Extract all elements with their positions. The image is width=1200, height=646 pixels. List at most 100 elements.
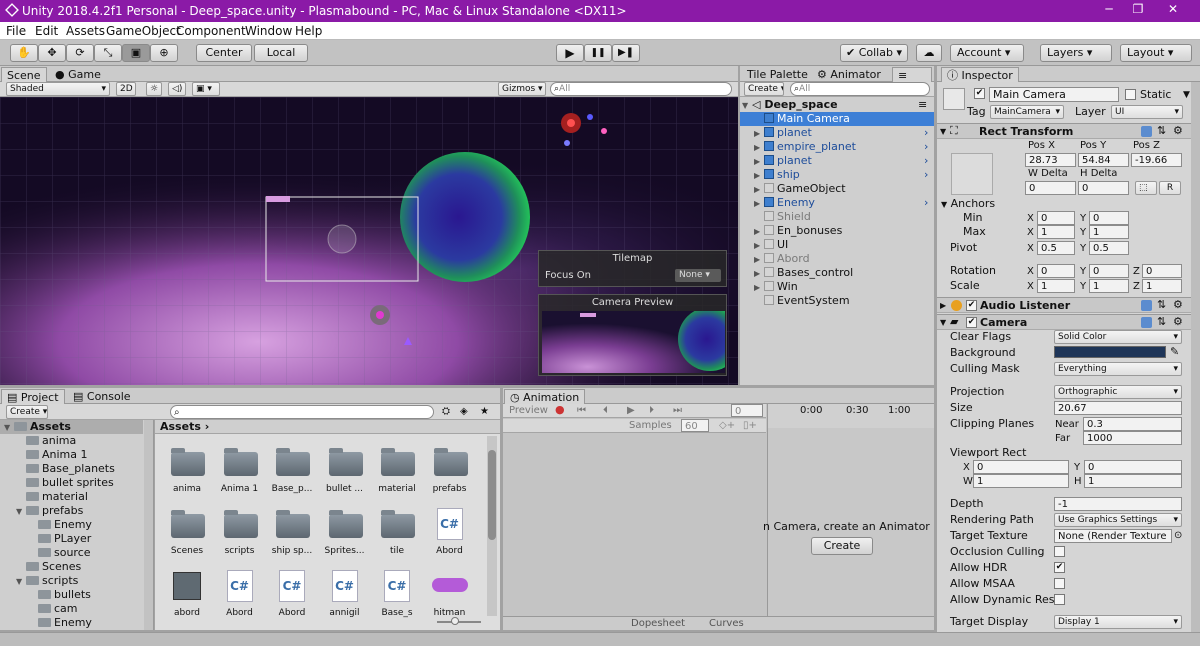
asset-item[interactable]: material	[371, 446, 423, 506]
expand-arrow-icon[interactable]: ▶	[754, 253, 764, 267]
rotation-x-field[interactable]: 0	[1037, 264, 1075, 278]
prefab-open-icon[interactable]: ›	[924, 126, 928, 140]
asset-item[interactable]: Anima 1	[214, 446, 266, 506]
static-dropdown-icon[interactable]: ▼	[1183, 88, 1190, 102]
audio-listener-checkbox[interactable]: ✔	[966, 300, 977, 311]
hierarchy-item[interactable]: Shield	[740, 210, 934, 224]
scene-root-row[interactable]: ▼ ◁ Deep_space	[742, 98, 838, 112]
gear-icon[interactable]: ⚙	[1173, 124, 1183, 138]
samples-field[interactable]: 60	[681, 419, 709, 432]
favorite-star-icon[interactable]: ★	[480, 405, 489, 419]
far-field[interactable]: 1000	[1083, 431, 1182, 445]
toggle-2d-button[interactable]: 2D	[116, 82, 136, 96]
prefab-open-icon[interactable]: ›	[924, 154, 928, 168]
pivot-local-button[interactable]: Local	[254, 44, 308, 62]
shading-dropdown[interactable]: Shaded ▾	[6, 82, 110, 96]
project-folder-item[interactable]: Enemy	[0, 518, 143, 532]
menu-gameobject[interactable]: GameObject	[106, 24, 181, 38]
pivot-x-field[interactable]: 0.5	[1037, 241, 1075, 255]
scale-z-field[interactable]: 1	[1142, 279, 1182, 293]
hierarchy-search-input[interactable]: ⌕All	[790, 82, 930, 96]
asset-item[interactable]: scripts	[214, 508, 266, 568]
audio-listener-header[interactable]: ▶ ✔ Audio Listener ⇅ ⚙	[937, 297, 1191, 313]
project-folder-item[interactable]: material	[0, 490, 143, 504]
project-tree-scrollbar[interactable]	[144, 420, 153, 630]
hierarchy-item[interactable]: ▶ GameObject	[740, 182, 934, 196]
account-dropdown[interactable]: Account ▾	[950, 44, 1024, 62]
hierarchy-item[interactable]: ▶ Win	[740, 280, 934, 294]
asset-item[interactable]: C# Abord	[266, 570, 318, 630]
project-folder-item[interactable]: bullet sprites	[0, 476, 143, 490]
rect-tool-icon[interactable]: ▣	[122, 44, 150, 62]
min-x-field[interactable]: 0	[1037, 211, 1075, 225]
next-key-icon[interactable]: ⏵	[649, 404, 654, 418]
project-folder-item[interactable]: bullets	[0, 588, 143, 602]
project-search-input[interactable]: ⌕	[170, 405, 434, 419]
asset-item[interactable]: C# Abord	[214, 570, 266, 630]
scale-y-field[interactable]: 1	[1089, 279, 1129, 293]
gear-icon[interactable]: ⚙	[1173, 298, 1183, 312]
tab-animation[interactable]: ◷ Animation	[504, 389, 586, 405]
project-folder-item[interactable]: cam	[0, 602, 143, 616]
static-checkbox[interactable]	[1125, 89, 1136, 100]
asset-item[interactable]: C# annigil	[319, 570, 371, 630]
project-folder-item[interactable]: Scenes	[0, 560, 143, 574]
tab-inspector[interactable]: ⓘ Inspector	[941, 67, 1019, 83]
expand-arrow-icon[interactable]: ▶	[754, 239, 764, 253]
scale-tool-icon[interactable]: ⤡	[94, 44, 122, 62]
max-y-field[interactable]: 1	[1089, 225, 1129, 239]
last-key-icon[interactable]: ⏭	[673, 404, 682, 418]
project-folder-item[interactable]: ▼ Assets	[0, 420, 143, 434]
background-color-swatch[interactable]	[1054, 346, 1166, 358]
hierarchy-item[interactable]: ▶ ship ›	[740, 168, 934, 182]
audio-icon[interactable]: ◁)	[168, 82, 187, 96]
asset-item[interactable]: Scenes	[161, 508, 213, 568]
expand-arrow-icon[interactable]: ▶	[754, 183, 764, 197]
hierarchy-menu-icon[interactable]: ≡	[918, 98, 927, 111]
expand-arrow-icon[interactable]: ▼	[16, 505, 26, 519]
layout-dropdown[interactable]: Layout ▾	[1120, 44, 1192, 62]
play-anim-icon[interactable]: ▶	[627, 404, 635, 418]
prefab-open-icon[interactable]: ›	[924, 168, 928, 182]
step-button[interactable]: ▶❚	[612, 44, 640, 62]
prev-key-icon[interactable]: ⏴	[603, 404, 608, 418]
blueprint-mode-button[interactable]: ⬚	[1135, 181, 1157, 195]
filter-type-icon[interactable]: ⛭	[442, 405, 450, 419]
scale-x-field[interactable]: 1	[1037, 279, 1075, 293]
occlusion-culling-checkbox[interactable]	[1054, 546, 1065, 557]
inspector-scrollbar[interactable]	[1191, 82, 1200, 632]
rendering-path-dropdown[interactable]: Use Graphics Settings ▾	[1054, 513, 1182, 527]
asset-item[interactable]: bullet ...	[319, 446, 371, 506]
close-button[interactable]: ✕	[1158, 2, 1188, 16]
projection-dropdown[interactable]: Orthographic ▾	[1054, 385, 1182, 399]
tab-hierarchy[interactable]: ≡	[892, 67, 932, 83]
viewport-y-field[interactable]: 0	[1084, 460, 1182, 474]
allow-hdr-checkbox[interactable]: ✔	[1054, 562, 1065, 573]
curves-tab[interactable]: Curves	[709, 617, 744, 631]
project-folder-item[interactable]: source	[0, 546, 143, 560]
object-name-field[interactable]: Main Camera	[989, 87, 1119, 102]
asset-item[interactable]: C# Abord	[424, 508, 476, 568]
settings-icon[interactable]: ⇅	[1157, 315, 1166, 329]
size-field[interactable]: 20.67	[1054, 401, 1182, 415]
menu-file[interactable]: File	[6, 24, 26, 38]
project-folder-item[interactable]: ▼ scripts	[0, 574, 143, 588]
pause-button[interactable]: ❚❚	[584, 44, 612, 62]
hierarchy-item[interactable]: ▶ Abord	[740, 252, 934, 266]
asset-item[interactable]: ship sp...	[266, 508, 318, 568]
tab-game[interactable]: ● Game	[50, 67, 106, 83]
expand-arrow-icon[interactable]: ▶	[754, 267, 764, 281]
asset-item[interactable]: anima	[161, 446, 213, 506]
layers-dropdown[interactable]: Layers ▾	[1040, 44, 1112, 62]
anchor-preset-button[interactable]	[951, 153, 993, 195]
project-folder-item[interactable]: anima	[0, 434, 143, 448]
hierarchy-item[interactable]: Main Camera	[740, 112, 934, 126]
effects-icon[interactable]: ▣ ▾	[192, 82, 220, 96]
viewport-w-field[interactable]: 1	[973, 474, 1069, 488]
near-field[interactable]: 0.3	[1083, 417, 1182, 431]
hierarchy-item[interactable]: ▶ En_bonuses	[740, 224, 934, 238]
frame-field[interactable]: 0	[731, 404, 763, 417]
create-animator-button[interactable]: Create	[811, 537, 873, 555]
active-checkbox[interactable]: ✔	[974, 88, 985, 99]
rect-transform-header[interactable]: ▼ ⛶ Rect Transform ⇅ ⚙	[937, 123, 1191, 139]
